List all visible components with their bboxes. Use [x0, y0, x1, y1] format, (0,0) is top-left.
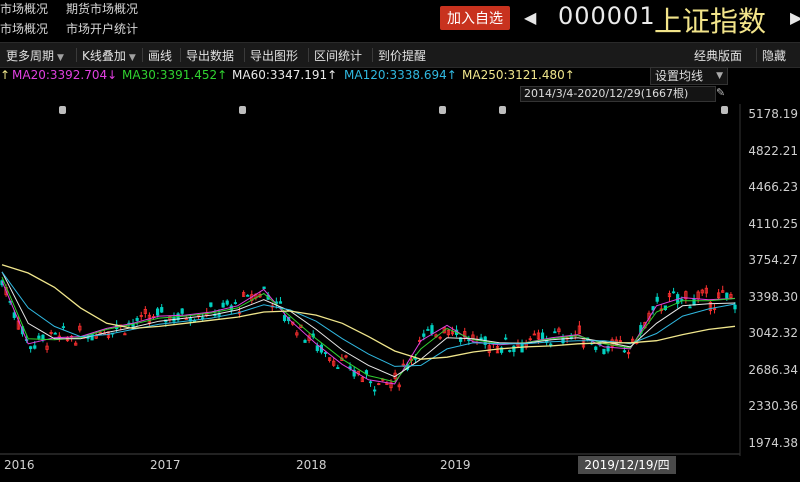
candle-body [246, 294, 250, 297]
candle-body [671, 291, 676, 294]
ma60-label: MA60:3347.191↑ [232, 68, 338, 82]
stock-code: 000001 [558, 2, 656, 30]
candle-body [278, 301, 283, 304]
ma20-line [1, 281, 736, 385]
candle-body [160, 307, 164, 313]
candle-body [688, 306, 692, 309]
cursor-date-label: 2019/12/19/四 [578, 456, 676, 474]
nav-futures-overview[interactable]: 期货市场概况 [66, 0, 138, 17]
ma120-label: MA120:3338.694↑ [344, 68, 457, 82]
y-tick-label: 4822.21 [748, 143, 798, 158]
candle-body [303, 340, 307, 343]
x-tick-2016: 2016 [4, 458, 35, 472]
candle-body [209, 302, 213, 307]
export-data-button[interactable]: 导出数据 [186, 47, 234, 64]
candle-body [53, 332, 57, 335]
candle-body [504, 337, 508, 340]
range-stats-button[interactable]: 区间统计 [314, 47, 362, 64]
nav-market-overview[interactable]: 市场概况 [0, 0, 48, 17]
candle-body [422, 333, 426, 337]
add-to-watchlist-button[interactable]: 加入自选 [440, 6, 510, 30]
nav-account-stats[interactable]: 市场开户统计 [66, 20, 138, 37]
x-tick-2017: 2017 [150, 458, 181, 472]
candle-body [37, 335, 41, 339]
scroll-handle-icon[interactable] [239, 106, 246, 114]
candle-body [692, 298, 696, 306]
candle-body [282, 315, 287, 322]
ma30-label: MA30:3391.452↑ [122, 68, 228, 82]
hide-button[interactable]: 隐藏 [762, 47, 786, 64]
y-tick-label: 1974.38 [748, 436, 798, 450]
chevron-down-icon: ▼ [128, 53, 136, 63]
next-arrow-icon[interactable]: ▶ [790, 8, 800, 27]
y-tick-label: 4466.23 [748, 180, 798, 195]
y-tick-label: 3398.30 [748, 289, 798, 304]
candle-body [512, 345, 516, 352]
candle-body [725, 292, 729, 299]
candle-body [553, 331, 557, 334]
scroll-handle-icon[interactable] [499, 106, 506, 114]
candle-body [233, 302, 238, 304]
candle-body [180, 308, 184, 314]
scroll-handle-icon[interactable] [721, 106, 728, 114]
ma20-label: MA20:3392.704↓ [12, 68, 118, 82]
chevron-down-icon: ▼ [57, 53, 64, 63]
scroll-handle-icon[interactable] [59, 106, 66, 114]
candle-body [430, 325, 434, 335]
x-tick-2019: 2019 [440, 458, 471, 472]
candle-body [602, 348, 606, 355]
candle-body [368, 381, 373, 384]
candle-body [221, 302, 225, 308]
index-name: 上证指数 [654, 5, 767, 38]
scroll-handle-icon[interactable] [439, 106, 446, 114]
ma250-line [1, 264, 736, 360]
prev-arrow-icon[interactable]: ◀ [524, 8, 536, 27]
classic-layout-button[interactable]: 经典版面 [694, 47, 742, 64]
k-overlay-button[interactable]: K线叠加 ▼ [82, 47, 136, 64]
candle-body [156, 308, 160, 316]
candle-body [594, 346, 598, 350]
candle-body [262, 286, 266, 289]
nav-market-overview-2[interactable]: 市场概况 [0, 20, 48, 37]
draw-line-button[interactable]: 画线 [148, 47, 172, 64]
candle-body [549, 343, 553, 346]
candle-body [61, 326, 66, 329]
candle-body [201, 317, 205, 320]
kline-chart[interactable] [0, 104, 800, 456]
candle-body [225, 300, 229, 305]
candle-body [733, 304, 737, 310]
candle-body [508, 350, 512, 352]
toolbar: 更多周期 ▼ K线叠加 ▼ 画线 导出数据 导出图形 区间统计 到价提醒 经典版面 … [0, 42, 800, 68]
ma-lead-arrow: ↑ [0, 68, 11, 82]
price-alert-button[interactable]: 到价提醒 [378, 47, 426, 64]
date-range-label: 2014/3/4-2020/12/29(1667根) [520, 86, 716, 102]
pin-icon[interactable]: ✎ [716, 86, 725, 99]
candle-body [33, 345, 37, 349]
y-tick-label: 3754.27 [748, 253, 798, 268]
candle-body [315, 345, 319, 351]
y-tick-label: 3042.32 [748, 326, 798, 341]
candle-body [520, 343, 524, 353]
candle-body [540, 332, 545, 341]
candle-body [655, 296, 659, 302]
y-tick-label: 5178.19 [748, 107, 798, 121]
y-tick-label: 2686.34 [748, 362, 798, 377]
candle-body [135, 317, 139, 321]
more-periods-button[interactable]: 更多周期 ▼ [6, 47, 64, 64]
candle-body [373, 389, 377, 392]
candle-body [336, 367, 340, 369]
candle-body [426, 329, 430, 331]
y-tick-label: 2330.36 [748, 399, 798, 414]
set-ma-dropdown[interactable]: 设置均线 ▼ [650, 67, 728, 85]
ma250-label: MA250:3121.480↑ [462, 68, 575, 82]
chevron-down-icon: ▼ [716, 71, 723, 81]
export-chart-button[interactable]: 导出图形 [250, 47, 298, 64]
y-tick-label: 4110.25 [748, 216, 798, 231]
candle-body [622, 350, 627, 353]
ma30-line [1, 276, 736, 383]
x-tick-2018: 2018 [296, 458, 327, 472]
candle-body [323, 352, 328, 354]
candle-body [29, 346, 33, 350]
